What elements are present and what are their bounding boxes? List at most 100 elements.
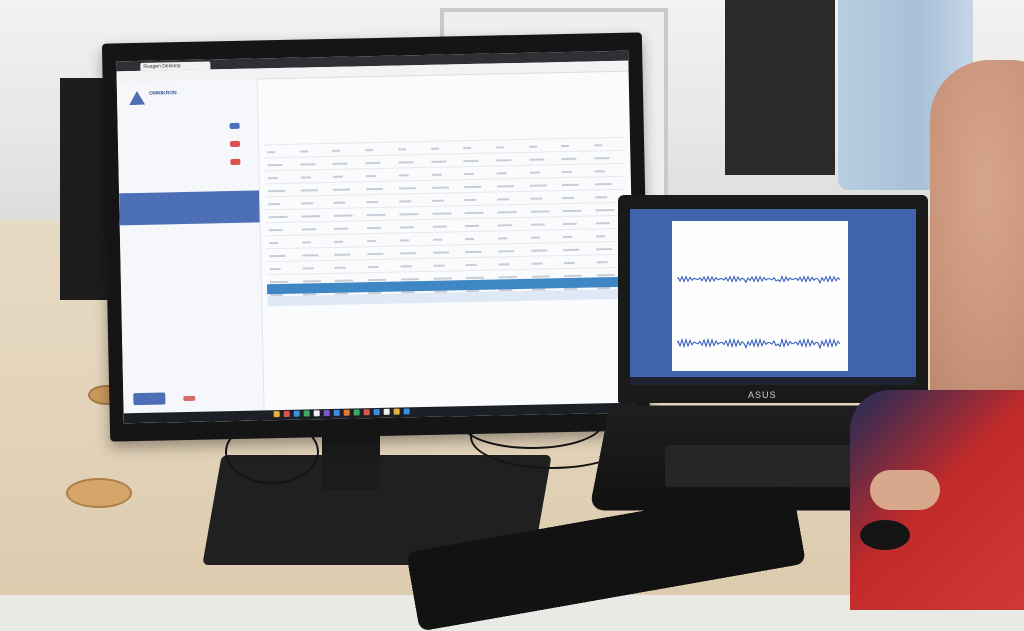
table-cell bbox=[396, 206, 430, 221]
table-cell bbox=[560, 215, 594, 230]
table-cell bbox=[493, 178, 527, 193]
table-header-cell[interactable] bbox=[296, 130, 330, 145]
table-header-cell[interactable] bbox=[394, 128, 428, 143]
table-cell bbox=[395, 154, 429, 169]
table-cell bbox=[429, 244, 463, 259]
table-cell bbox=[461, 205, 495, 219]
table-cell bbox=[559, 189, 593, 204]
sidebar-status-indicator bbox=[183, 395, 196, 402]
sidebar-item-active[interactable] bbox=[119, 190, 260, 226]
table-header-cell[interactable] bbox=[492, 126, 526, 141]
table-cell bbox=[298, 234, 332, 249]
table-cell bbox=[363, 194, 397, 208]
logo-icon bbox=[129, 91, 145, 105]
table-cell bbox=[461, 192, 495, 206]
table-cell bbox=[330, 207, 364, 222]
taskbar-app-icon[interactable] bbox=[273, 411, 280, 418]
laptop-touchpad[interactable] bbox=[665, 445, 855, 487]
table-cell bbox=[591, 137, 625, 151]
table-header-cell[interactable] bbox=[427, 128, 461, 142]
taskbar-app-icon[interactable] bbox=[333, 409, 340, 416]
taskbar-app-icon[interactable] bbox=[313, 410, 320, 417]
table-cell bbox=[525, 138, 559, 153]
taskbar-app-icon[interactable] bbox=[403, 408, 410, 415]
signal-plot bbox=[677, 275, 841, 350]
table-cell bbox=[330, 194, 364, 209]
table-cell bbox=[493, 165, 527, 180]
table-header-cell[interactable] bbox=[460, 127, 494, 141]
table-cell bbox=[494, 204, 528, 219]
table-cell bbox=[494, 191, 528, 206]
monitor-screen[interactable]: Ruagen Desktop OMNIKRON bbox=[116, 50, 636, 424]
table-cell bbox=[364, 259, 398, 273]
logo-text: OMNIKRON bbox=[148, 90, 177, 97]
table-cell bbox=[526, 177, 560, 192]
table-header-cell[interactable] bbox=[525, 126, 559, 140]
table-cell bbox=[394, 141, 428, 156]
taskbar-app-icon[interactable] bbox=[383, 408, 390, 415]
laptop-brand-logo: ASUS bbox=[748, 390, 777, 400]
taskbar-app-icon[interactable] bbox=[293, 410, 300, 417]
table-cell bbox=[460, 153, 494, 167]
table-cell bbox=[362, 142, 396, 156]
table-header-cell[interactable] bbox=[558, 125, 592, 139]
table-cell bbox=[559, 202, 593, 217]
table-header-cell[interactable] bbox=[329, 130, 363, 144]
table-cell bbox=[527, 216, 561, 231]
laptop-taskbar bbox=[630, 377, 916, 385]
table-cell bbox=[428, 205, 462, 220]
signal-trace bbox=[677, 275, 841, 284]
taskbar-app-icon[interactable] bbox=[343, 409, 350, 416]
table-cell bbox=[396, 232, 430, 247]
table-cell bbox=[265, 235, 299, 249]
table-cell bbox=[362, 181, 396, 195]
table-cell bbox=[429, 231, 463, 246]
table-cell bbox=[461, 218, 495, 232]
taskbar-app-icon[interactable] bbox=[363, 409, 370, 416]
signal-plot-panel bbox=[672, 221, 848, 371]
taskbar-app-icon[interactable] bbox=[353, 409, 360, 416]
table-header-cell[interactable] bbox=[263, 131, 297, 145]
table-cell bbox=[329, 142, 363, 157]
table-cell bbox=[264, 183, 298, 197]
table-header-cell[interactable] bbox=[590, 124, 624, 138]
table-cell bbox=[527, 203, 561, 218]
table-cell bbox=[396, 219, 430, 234]
taskbar-app-icon[interactable] bbox=[323, 410, 330, 417]
table-cell bbox=[528, 255, 562, 270]
table-cell bbox=[495, 243, 529, 258]
table-cell bbox=[527, 242, 561, 257]
table-cell bbox=[297, 156, 331, 171]
table-cell bbox=[330, 181, 364, 196]
table-cell bbox=[362, 168, 396, 182]
table-cell bbox=[331, 246, 365, 261]
table-cell bbox=[265, 196, 299, 210]
taskbar-app-icon[interactable] bbox=[303, 410, 310, 417]
dark-cabinet bbox=[725, 0, 835, 175]
table-cell bbox=[493, 152, 527, 167]
person-head bbox=[930, 60, 1024, 420]
table-header-cell[interactable] bbox=[361, 129, 395, 143]
table-cell bbox=[297, 195, 331, 210]
sidebar-badge bbox=[229, 140, 241, 148]
taskbar-app-icon[interactable] bbox=[283, 410, 290, 417]
cable-grommet bbox=[66, 478, 132, 508]
table-cell bbox=[591, 150, 625, 164]
laptop-screen[interactable] bbox=[630, 209, 916, 385]
sidebar-item[interactable] bbox=[128, 239, 252, 256]
table-cell bbox=[364, 246, 398, 260]
main-monitor: Ruagen Desktop OMNIKRON bbox=[101, 32, 651, 442]
table-cell bbox=[266, 261, 300, 275]
table-cell bbox=[427, 140, 461, 155]
taskbar-app-icon[interactable] bbox=[393, 408, 400, 415]
sidebar-badge bbox=[230, 158, 241, 166]
table-cell bbox=[494, 230, 528, 245]
table-cell bbox=[591, 176, 626, 190]
table-cell bbox=[362, 155, 396, 169]
taskbar-app-icon[interactable] bbox=[373, 408, 380, 416]
table-cell bbox=[296, 143, 330, 158]
table-cell bbox=[429, 218, 463, 233]
table-cell bbox=[298, 208, 332, 223]
computer-mouse[interactable] bbox=[860, 520, 910, 550]
sidebar-button[interactable] bbox=[133, 392, 166, 406]
